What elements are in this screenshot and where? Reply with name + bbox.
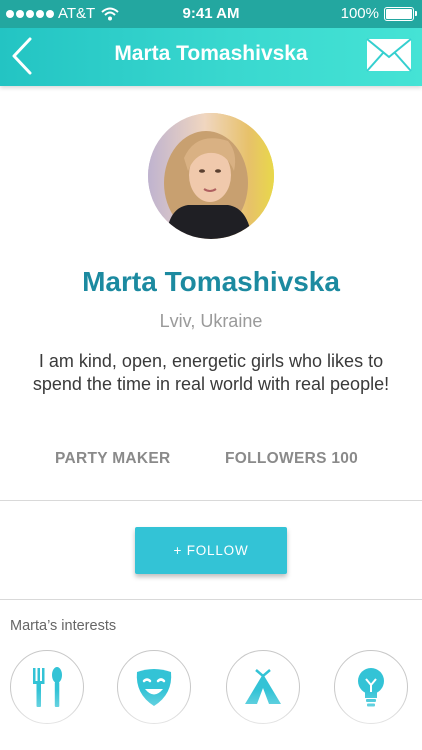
navigation-bar: Marta Tomashivska — [0, 28, 422, 86]
battery-percentage: 100% — [340, 5, 379, 22]
header: AT&T 9:41 AM 100% Marta Tomashivska — [0, 0, 422, 86]
envelope-icon — [366, 38, 412, 72]
divider — [0, 500, 422, 501]
battery-icon — [384, 6, 417, 21]
status-right: 100% — [340, 5, 417, 22]
interest-ideas[interactable] — [334, 650, 408, 724]
role-label: PARTY MAKER — [55, 450, 171, 467]
profile-location: Lviv, Ukraine — [159, 311, 263, 331]
profile-stats: PARTY MAKER FOLLOWERS 100 — [0, 450, 422, 470]
divider — [0, 599, 422, 600]
status-bar: AT&T 9:41 AM 100% — [0, 0, 422, 28]
food-icon — [33, 667, 62, 707]
interests-title: Marta’s interests — [10, 618, 117, 634]
back-button[interactable] — [8, 36, 38, 76]
nav-title: Marta Tomashivska — [114, 42, 308, 65]
avatar-photo — [148, 113, 274, 239]
followers-count[interactable]: FOLLOWERS 100 — [225, 450, 358, 468]
message-button[interactable] — [366, 38, 412, 72]
lightbulb-icon — [358, 668, 384, 707]
interest-theater[interactable] — [117, 650, 191, 724]
theater-mask-icon — [136, 669, 172, 706]
interest-food[interactable] — [10, 650, 84, 724]
camping-tent-icon — [245, 669, 281, 704]
profile-bio: I am kind, open, energetic girls who lik… — [32, 351, 390, 394]
profile-avatar — [148, 113, 274, 239]
interest-camping[interactable] — [226, 650, 300, 724]
chevron-left-icon — [12, 37, 32, 75]
follow-button[interactable]: + FOLLOW — [135, 527, 287, 574]
profile-name: Marta Tomashivska — [82, 266, 340, 297]
